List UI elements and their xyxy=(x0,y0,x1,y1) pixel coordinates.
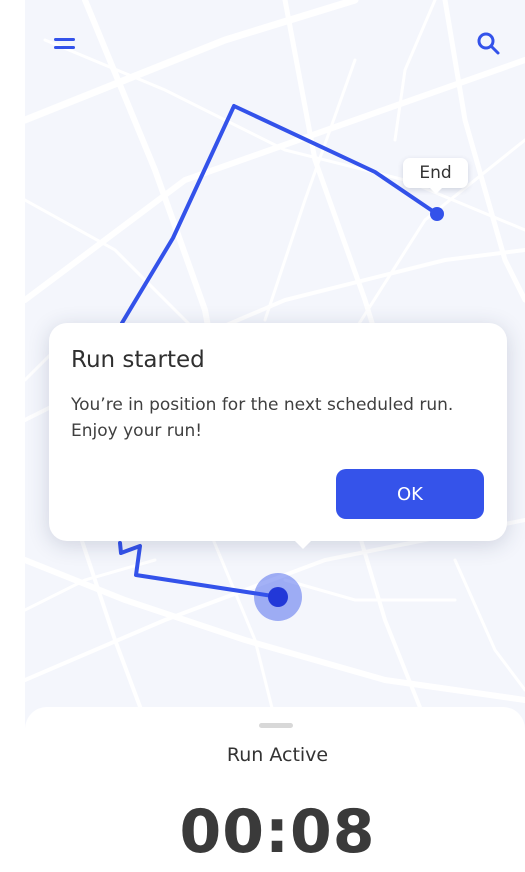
search-icon xyxy=(477,32,500,55)
sheet-drag-handle[interactable] xyxy=(259,723,293,728)
end-marker[interactable] xyxy=(430,207,444,221)
run-status-sheet: Run Active 00:08 xyxy=(25,707,525,872)
end-label-tooltip: End xyxy=(403,158,468,194)
hamburger-menu-icon-bar xyxy=(54,46,75,49)
search-button[interactable] xyxy=(475,30,503,58)
run-status-label: Run Active xyxy=(226,744,329,766)
hamburger-menu-icon xyxy=(54,38,75,41)
dialog-message: You’re in position for the next schedule… xyxy=(71,395,454,441)
ok-button[interactable]: OK xyxy=(336,469,484,519)
run-timer: 00:08 xyxy=(179,797,376,867)
menu-button[interactable] xyxy=(51,33,81,59)
dialog-title: Run started xyxy=(71,347,205,373)
app-screen: End Run started You’re in position for t… xyxy=(25,0,525,872)
current-location-marker[interactable] xyxy=(268,587,288,607)
run-started-dialog: Run started You’re in position for the n… xyxy=(49,323,507,549)
